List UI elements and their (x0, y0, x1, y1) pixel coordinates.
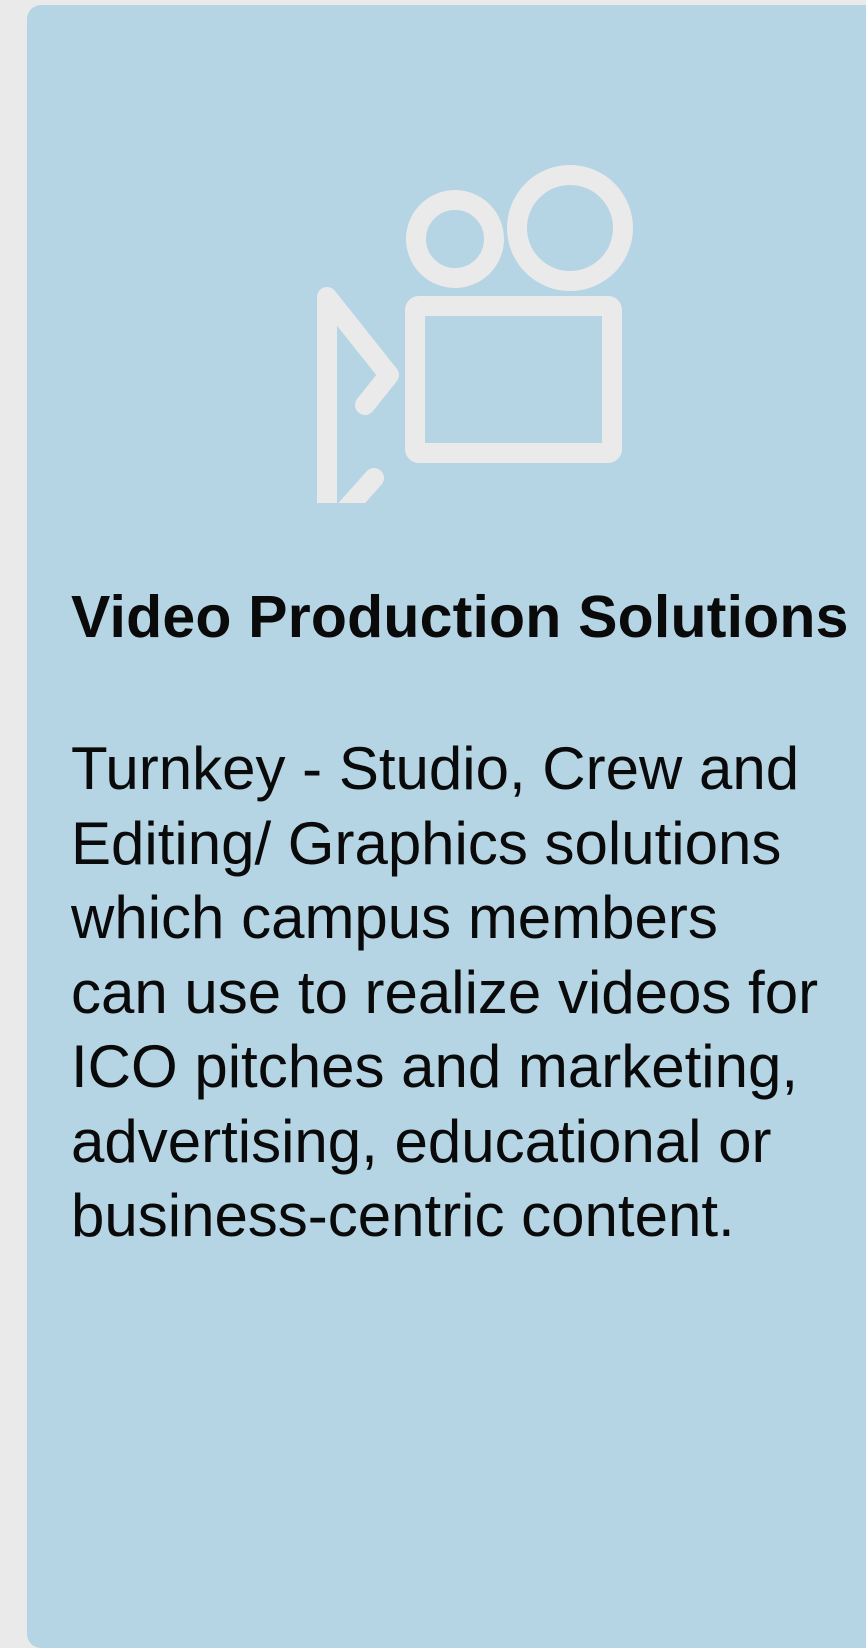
card-title: Video Production Solutions (71, 584, 849, 650)
service-card: Video Production Solutions Turnkey - Stu… (27, 5, 866, 1648)
card-description: Turnkey - Studio, Crew and Editing/ Grap… (71, 735, 819, 1249)
video-camera-icon (317, 165, 633, 503)
